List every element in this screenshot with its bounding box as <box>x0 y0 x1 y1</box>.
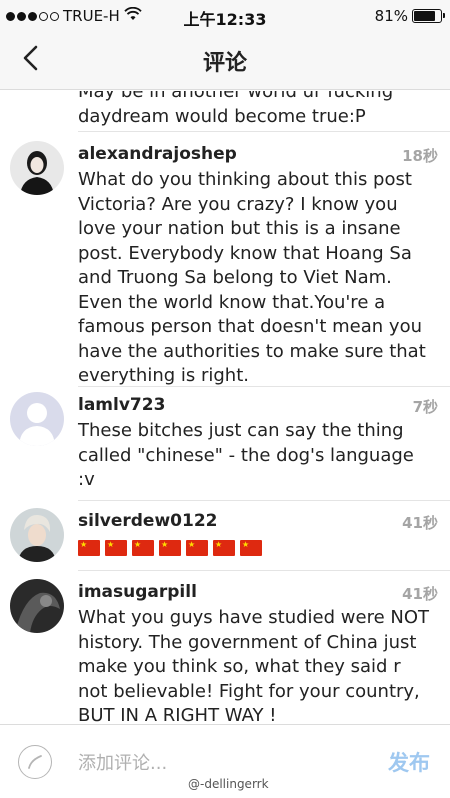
page-title: 评论 <box>202 51 247 76</box>
china-flag-icon: ★ <box>78 540 100 556</box>
compose-circle-icon[interactable] <box>18 745 52 779</box>
avatar[interactable] <box>10 392 64 446</box>
comment-time: 41秒 <box>402 514 438 532</box>
flag-emoji-row: ★ ★ ★ ★ ★ ★ ★ <box>78 540 262 556</box>
partial-comment-text: May be in another world ur fucking daydr… <box>78 91 394 127</box>
battery-level <box>414 11 436 21</box>
comment-text: These bitches just can say the thing cal… <box>78 420 414 490</box>
comment-username[interactable]: alexandrajoshep <box>78 144 237 164</box>
battery-percent: 81% <box>374 7 408 25</box>
status-bar: TRUE-H 上午12:33 81% <box>0 0 450 32</box>
publish-button[interactable]: 发布 <box>388 747 430 777</box>
avatar[interactable] <box>10 508 64 562</box>
avatar[interactable] <box>10 141 64 195</box>
comment-list[interactable]: May be in another world ur fucking daydr… <box>0 91 450 724</box>
comment-username[interactable]: lamlv723 <box>78 395 165 415</box>
watermark: @-dellingerrk <box>188 777 269 791</box>
divider <box>78 570 450 571</box>
comment-username[interactable]: imasugarpill <box>78 582 197 602</box>
divider <box>78 131 450 132</box>
nav-bar: 评论 <box>0 32 450 90</box>
china-flag-icon: ★ <box>132 540 154 556</box>
china-flag-icon: ★ <box>105 540 127 556</box>
comment-text: What you guys have studied were NOT hist… <box>78 607 429 724</box>
battery-icon <box>412 9 445 23</box>
comment-text: What do you thinking about this post Vic… <box>78 169 426 386</box>
china-flag-icon: ★ <box>213 540 235 556</box>
comment-time: 7秒 <box>412 398 438 416</box>
battery-group: 81% <box>374 7 445 25</box>
comment-username[interactable]: silverdew0122 <box>78 511 218 531</box>
avatar[interactable] <box>10 579 64 633</box>
comment-time: 41秒 <box>402 585 438 603</box>
china-flag-icon: ★ <box>159 540 181 556</box>
comment-time: 18秒 <box>402 147 438 165</box>
comment-compose-bar: 添加评论... 发布 @-dellingerrk <box>0 724 450 798</box>
divider <box>78 386 450 387</box>
comment-input[interactable]: 添加评论... <box>78 749 338 775</box>
divider <box>78 500 450 501</box>
china-flag-icon: ★ <box>240 540 262 556</box>
china-flag-icon: ★ <box>186 540 208 556</box>
